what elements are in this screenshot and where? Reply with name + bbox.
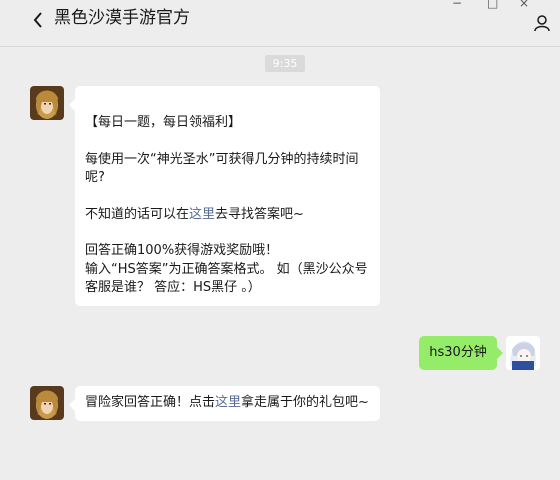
close-button[interactable]: × bbox=[519, 0, 529, 10]
character-avatar-icon bbox=[30, 386, 64, 420]
message-reward: 回答正确100%获得游戏奖励哦！ bbox=[85, 243, 279, 258]
message-bubble: 冒险家回答正确！点击这里拿走属于你的礼包吧~ bbox=[69, 386, 380, 421]
user-message-bubble: hs30分钟 bbox=[419, 336, 503, 370]
anime-avatar-icon bbox=[506, 336, 540, 370]
user-avatar[interactable] bbox=[506, 336, 540, 370]
answer-link[interactable]: 这里 bbox=[189, 207, 215, 222]
minimize-button[interactable]: − bbox=[452, 0, 462, 10]
avatar[interactable] bbox=[30, 86, 64, 120]
hint-text: 不知道的话可以在 bbox=[85, 206, 190, 222]
character-avatar-icon bbox=[30, 86, 64, 120]
reward-link[interactable]: 这里 bbox=[215, 395, 241, 410]
message-heading: 【每日一题，每日领福利】 bbox=[85, 115, 242, 130]
chat-header: 黑色沙漠手游官方 − □ × bbox=[0, 0, 560, 47]
user-icon[interactable] bbox=[534, 14, 552, 32]
maximize-button[interactable]: □ bbox=[487, 0, 498, 10]
message-hint: 不知道的话可以在这里去寻找答案吧~ bbox=[85, 206, 370, 225]
user-message-text: hs30分钟 bbox=[429, 345, 487, 360]
avatar[interactable] bbox=[30, 386, 64, 420]
hint-text-suffix: 去寻找答案吧~ bbox=[215, 206, 304, 222]
message-timestamp: 9:35 bbox=[265, 55, 305, 72]
message-format: 输入“HS答案”为正确答案格式。 如（黑沙公众号客服是谁？ 答应：HS黑仔 。） bbox=[85, 261, 368, 296]
chat-title: 黑色沙漠手游官方 bbox=[54, 8, 190, 28]
chevron-left-icon[interactable] bbox=[26, 8, 50, 32]
reward-message: 冒险家回答正确！点击这里拿走属于你的礼包吧~ bbox=[85, 394, 370, 413]
reward-text: 冒险家回答正确！点击 bbox=[85, 395, 216, 410]
message-question: 每使用一次“神光圣水”可获得几分钟的持续时间呢? bbox=[85, 151, 359, 186]
message-bubble: 【每日一题，每日领福利】 每使用一次“神光圣水”可获得几分钟的持续时间呢? 不知… bbox=[69, 86, 380, 306]
reward-text-suffix: 拿走属于你的礼包吧~ bbox=[241, 395, 369, 410]
